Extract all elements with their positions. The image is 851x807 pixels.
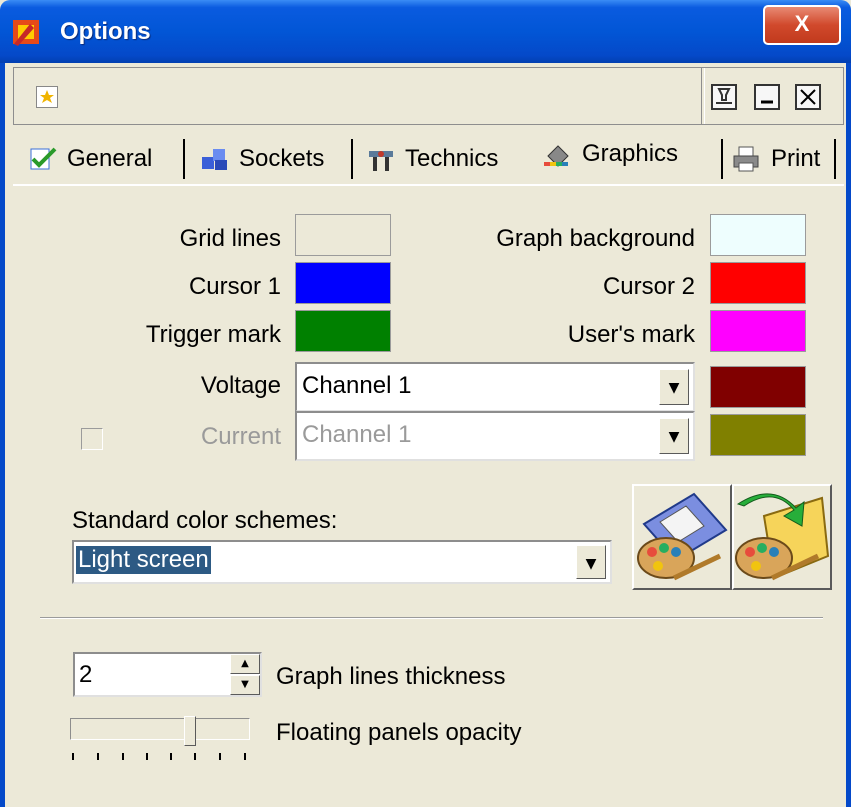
tab-print-label: Print <box>771 145 821 172</box>
tools-icon <box>369 151 393 171</box>
current-channel-select[interactable]: Channel 1 ▼ <box>295 411 695 461</box>
window-frame-right <box>846 63 851 807</box>
current-channel-value: Channel 1 <box>302 421 412 448</box>
cursor2-swatch[interactable] <box>710 262 806 304</box>
spin-up-icon[interactable]: ▲ <box>230 654 260 674</box>
open-palette-icon <box>735 493 830 581</box>
cursor1-label: Cursor 1 <box>188 273 281 300</box>
window-title: Options <box>60 18 151 45</box>
opacity-slider-track[interactable] <box>70 718 250 740</box>
chevron-down-icon[interactable]: ▼ <box>659 369 689 405</box>
printer-icon <box>733 146 759 172</box>
color-scheme-value: Light screen <box>76 546 211 574</box>
minimize-icon[interactable] <box>754 84 780 110</box>
tab-separator <box>183 139 187 179</box>
tab-graphics[interactable]: Graphics <box>542 134 678 174</box>
slider-tick <box>146 753 148 760</box>
title-bar[interactable]: Options X <box>0 0 851 63</box>
pin-icon[interactable] <box>711 84 737 110</box>
slider-tick <box>97 753 99 760</box>
favorite-icon[interactable] <box>36 86 58 108</box>
tab-separator <box>721 139 725 179</box>
close-panel-icon[interactable] <box>795 84 821 110</box>
save-scheme-button[interactable] <box>632 484 732 590</box>
load-scheme-button[interactable] <box>732 484 832 590</box>
slider-tick <box>194 753 196 760</box>
slider-tick <box>244 753 246 760</box>
tab-strip: General Sockets Technics Graphics Print <box>13 131 844 185</box>
tab-separator <box>351 139 355 179</box>
tab-technics[interactable]: Technics <box>365 139 498 179</box>
options-window: Options X General Sockets Technics Graph… <box>0 0 851 807</box>
voltage-channel-value: Channel 1 <box>302 372 412 399</box>
current-swatch[interactable] <box>710 414 806 456</box>
close-button[interactable]: X <box>763 5 841 45</box>
paint-icon <box>544 145 569 167</box>
current-checkbox[interactable] <box>81 428 103 450</box>
users-mark-swatch[interactable] <box>710 310 806 352</box>
slider-tick <box>122 753 124 760</box>
color-scheme-select[interactable]: Light screen ▼ <box>72 540 612 584</box>
cursor1-swatch[interactable] <box>295 262 391 304</box>
app-icon <box>13 20 39 46</box>
save-palette-icon <box>637 492 728 581</box>
tab-sockets[interactable]: Sockets <box>199 139 324 179</box>
slider-tick <box>219 753 221 760</box>
voltage-channel-select[interactable]: Channel 1 ▼ <box>295 362 695 412</box>
slider-tick <box>170 753 172 760</box>
voltage-swatch[interactable] <box>710 366 806 408</box>
current-label: Current <box>200 423 281 450</box>
cubes-icon <box>202 149 227 170</box>
floating-panels-opacity-label: Floating panels opacity <box>276 719 522 746</box>
graph-background-label: Graph background <box>496 225 695 252</box>
trigger-mark-label: Trigger mark <box>145 321 281 348</box>
cursor2-label: Cursor 2 <box>602 273 695 300</box>
tab-general-label: General <box>67 145 153 172</box>
toolbar <box>13 67 844 125</box>
tab-print[interactable]: Print <box>731 139 820 179</box>
toolbar-separator <box>701 68 705 124</box>
color-schemes-label: Standard color schemes: <box>72 507 338 534</box>
chevron-down-icon[interactable]: ▼ <box>576 545 606 579</box>
trigger-mark-swatch[interactable] <box>295 310 391 352</box>
graph-lines-thickness-spinner[interactable]: 2 ▲ ▼ <box>73 652 262 697</box>
grid-lines-swatch[interactable] <box>295 214 391 256</box>
users-mark-label: User's mark <box>567 321 695 348</box>
spin-down-icon[interactable]: ▼ <box>230 675 260 695</box>
tab-technics-label: Technics <box>405 145 499 172</box>
tab-general[interactable]: General <box>27 139 152 179</box>
graph-background-swatch[interactable] <box>710 214 806 256</box>
graph-lines-thickness-label: Graph lines thickness <box>276 663 506 690</box>
chevron-down-icon[interactable]: ▼ <box>659 418 689 454</box>
tab-separator <box>834 139 838 179</box>
check-icon <box>30 147 57 170</box>
slider-tick <box>72 753 74 760</box>
section-divider <box>40 617 823 619</box>
window-frame-left <box>0 63 5 807</box>
tab-sockets-label: Sockets <box>239 145 325 172</box>
grid-lines-label: Grid lines <box>179 225 281 252</box>
graph-lines-thickness-value: 2 <box>79 661 93 688</box>
opacity-slider-thumb[interactable] <box>184 716 196 746</box>
tab-graphics-label: Graphics <box>582 140 679 167</box>
voltage-label: Voltage <box>200 372 281 399</box>
